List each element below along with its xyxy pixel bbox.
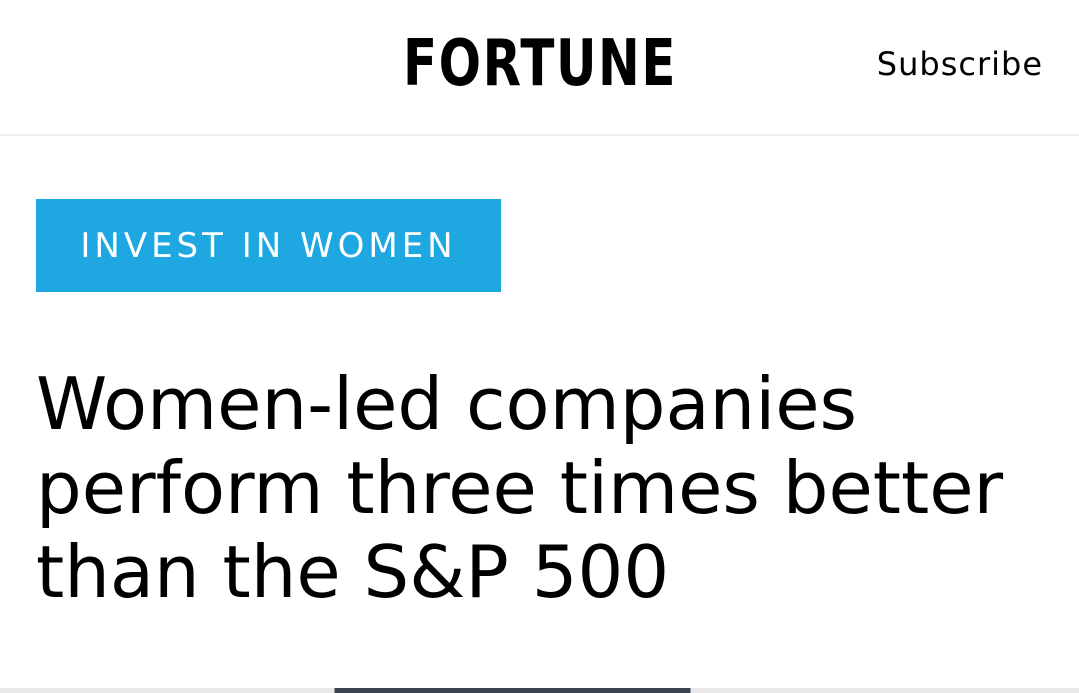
article-headline: Women-led companies perform three times … [36,362,1066,614]
subscribe-link[interactable]: Subscribe [877,42,1043,86]
headline-line-3: than the S&P 500 [36,530,670,614]
fortune-logo[interactable]: FORTUNE [403,22,676,106]
category-tag[interactable]: INVEST IN WOMEN [36,199,501,292]
headline-line-1: Women-led companies [36,362,858,446]
hero-image-edge [0,688,1079,693]
headline-line-2: perform three times better [36,446,1004,530]
site-header: FORTUNE Subscribe [0,0,1079,136]
